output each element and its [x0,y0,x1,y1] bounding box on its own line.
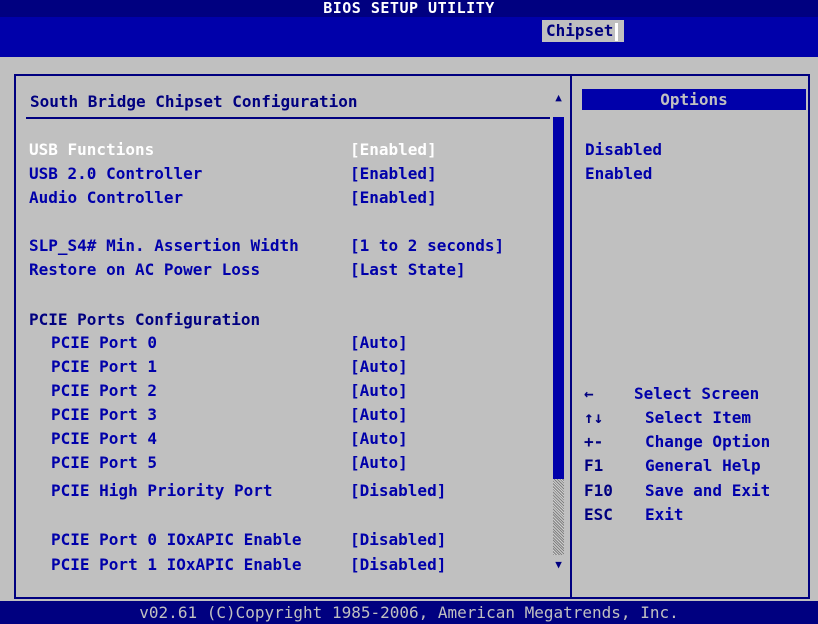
scrollbar-thumb[interactable] [553,479,564,555]
app-title: BIOS SETUP UTILITY [0,0,818,17]
value-audio-controller[interactable]: [Enabled] [350,188,437,208]
tab-chipset-label: Chipset [546,21,614,40]
value-pcie-port-3[interactable]: [Auto] [350,405,408,425]
setting-pcie-port-3[interactable]: PCIE Port 3 [51,405,157,425]
value-pcie-port-4[interactable]: [Auto] [350,429,408,449]
setting-pcie-port-4[interactable]: PCIE Port 4 [51,429,157,449]
value-pcie-high-priority-port[interactable]: [Disabled] [350,481,446,501]
setting-slp-s4-width[interactable]: SLP_S4# Min. Assertion Width [29,236,299,256]
option-disabled[interactable]: Disabled [585,140,662,160]
value-usb-functions[interactable]: [Enabled] [350,140,437,160]
value-usb2-controller[interactable]: [Enabled] [350,164,437,184]
f1-key: F1 [584,456,604,475]
setting-pcie-high-priority-port[interactable]: PCIE High Priority Port [51,481,273,501]
setting-usb-functions[interactable]: USB Functions [29,140,154,160]
value-restore-ac-power[interactable]: [Last State] [350,260,466,280]
up-down-arrow-key-icon: ↑↓ [584,408,604,427]
copyright-footer: v02.61 (C)Copyright 1985-2006, American … [0,601,818,624]
help-select-screen: Select Screen [634,384,760,403]
help-save-and-exit: Save and Exit [645,481,771,500]
section-underline [26,117,550,119]
help-general-help: General Help [645,456,761,475]
tab-cursor [615,22,619,41]
scroll-down-arrow-icon[interactable]: ▼ [553,559,564,571]
value-pcie-port-0[interactable]: [Auto] [350,333,408,353]
setting-pcie-port-1[interactable]: PCIE Port 1 [51,357,157,377]
options-header: Options [582,89,806,110]
help-exit: Exit [645,505,684,524]
setting-pcie-port-2[interactable]: PCIE Port 2 [51,381,157,401]
setting-restore-ac-power[interactable]: Restore on AC Power Loss [29,260,260,280]
value-pcie-port-1[interactable]: [Auto] [350,357,408,377]
help-change-option: Change Option [645,432,771,451]
plus-minus-key-icon: +- [584,432,604,451]
scroll-up-arrow-icon[interactable]: ▲ [553,92,564,104]
setting-pcie-port-0-ioxapic[interactable]: PCIE Port 0 IOxAPIC Enable [51,530,301,550]
esc-key: ESC [584,505,613,524]
left-arrow-key-icon: ← [584,384,594,403]
setting-usb2-controller[interactable]: USB 2.0 Controller [29,164,202,184]
value-slp-s4-width[interactable]: [1 to 2 seconds] [350,236,504,256]
value-pcie-port-2[interactable]: [Auto] [350,381,408,401]
section-title: South Bridge Chipset Configuration [30,92,358,111]
pcie-section-title: PCIE Ports Configuration [29,310,261,329]
tab-chipset[interactable]: Chipset [542,20,625,42]
setting-audio-controller[interactable]: Audio Controller [29,188,183,208]
setting-pcie-port-5[interactable]: PCIE Port 5 [51,453,157,473]
setting-pcie-port-1-ioxapic[interactable]: PCIE Port 1 IOxAPIC Enable [51,555,301,575]
value-pcie-port-0-ioxapic[interactable]: [Disabled] [350,530,446,550]
value-pcie-port-1-ioxapic[interactable]: [Disabled] [350,555,446,575]
tab-bar [0,17,818,57]
option-enabled[interactable]: Enabled [585,164,652,184]
value-pcie-port-5[interactable]: [Auto] [350,453,408,473]
scrollbar-track[interactable] [553,117,564,479]
panel-divider [570,76,572,597]
f10-key: F10 [584,481,613,500]
help-select-item: Select Item [645,408,751,427]
setting-pcie-port-0[interactable]: PCIE Port 0 [51,333,157,353]
